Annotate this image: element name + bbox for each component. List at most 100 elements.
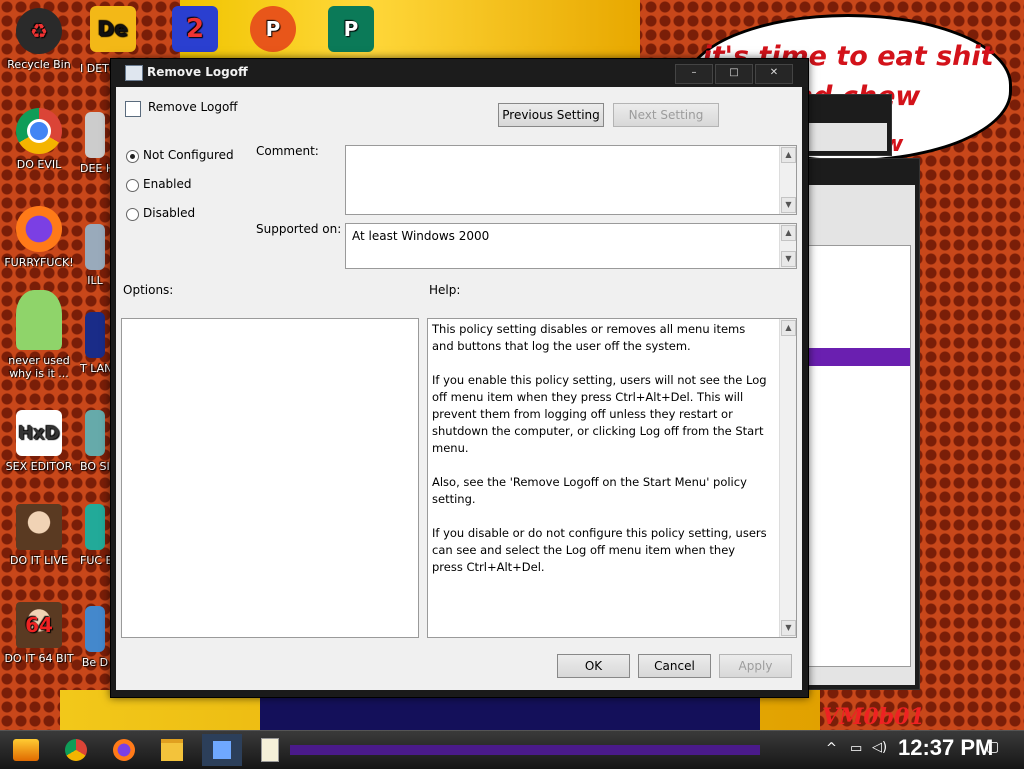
tray-expand-icon[interactable]: ^ <box>826 741 837 756</box>
background-window-2-body <box>805 185 915 685</box>
desktop-icon-label: I DETE <box>80 62 110 75</box>
group-policy-icon[interactable] <box>202 734 242 766</box>
desktop-icon-never-used[interactable]: never used why is it ... <box>0 290 78 380</box>
desktop-icon-label: SEX EDITOR <box>5 460 73 473</box>
scroll-up-icon[interactable]: ▲ <box>781 320 796 336</box>
apply-button[interactable]: Apply <box>719 654 792 678</box>
dialog-title: Remove Logoff <box>147 65 248 79</box>
number-2-icon: 2 <box>172 6 218 52</box>
app-icon <box>85 410 105 456</box>
app-icon <box>85 312 105 358</box>
radio-button[interactable] <box>126 179 139 192</box>
desktop-icon-do-evil[interactable]: DO EVIL <box>0 108 78 171</box>
desktop-icon-label: BO SIMU <box>80 460 110 473</box>
help-paragraph: This policy setting disables or removes … <box>432 322 746 353</box>
desktop-icon-partial-7[interactable]: Be D <box>80 606 110 669</box>
start-icon[interactable] <box>6 734 46 766</box>
recycle-bin-icon: ♻ <box>16 8 62 54</box>
desktop-icon-partial-2[interactable]: DEE HAH <box>80 112 110 186</box>
desktop-icon-2[interactable]: 2 <box>170 6 220 56</box>
taskbar-decoration-bar <box>290 745 760 755</box>
p-app-icon: P <box>250 6 296 52</box>
desktop-icon-label: FUC E <box>80 554 110 567</box>
background-window-2[interactable] <box>800 158 920 690</box>
close-button[interactable]: ✕ <box>755 64 793 84</box>
scroll-down-icon[interactable]: ▼ <box>781 251 796 267</box>
notepad-icon[interactable] <box>250 734 290 766</box>
file-explorer-icon[interactable] <box>152 734 192 766</box>
desktop-icon-label: DO IT 64 BIT <box>4 652 74 665</box>
desktop-icon-recycle-bin[interactable]: ♻ Recycle Bin <box>0 8 78 71</box>
scroll-up-icon[interactable]: ▲ <box>781 147 796 163</box>
comment-textbox[interactable]: ▲ ▼ <box>345 145 797 215</box>
dialog-titlebar[interactable]: Remove Logoff – □ ✕ <box>111 59 808 87</box>
supported-on-value: At least Windows 2000 <box>352 229 490 243</box>
hxd-icon: HxD <box>16 410 62 456</box>
options-label: Options: <box>123 283 174 297</box>
comment-label: Comment: <box>256 144 319 158</box>
network-icon[interactable]: ▭ <box>850 741 862 756</box>
desktop-icon-sex-editor[interactable]: HxD SEX EDITOR <box>0 410 78 473</box>
supported-on-textbox[interactable]: At least Windows 2000 ▲ ▼ <box>345 223 797 269</box>
ok-button[interactable]: OK <box>557 654 630 678</box>
dialog-client-area: Remove Logoff Previous Setting Next Sett… <box>116 87 802 690</box>
radio-button-checked[interactable] <box>126 150 139 163</box>
publisher-icon: P <box>328 6 374 52</box>
help-paragraph: If you disable or do not configure this … <box>432 526 767 574</box>
taskbar-clock[interactable]: 12:37 PM <box>898 735 993 761</box>
desktop-icon-publisher[interactable]: P <box>326 6 376 56</box>
supported-on-label: Supported on: <box>256 222 342 236</box>
cancel-button[interactable]: Cancel <box>638 654 711 678</box>
previous-setting-button[interactable]: Previous Setting <box>498 103 604 127</box>
notification-icon[interactable]: ▢ <box>986 739 999 755</box>
next-setting-button[interactable]: Next Setting <box>613 103 719 127</box>
options-pane[interactable] <box>121 318 419 638</box>
chrome-icon[interactable] <box>56 734 96 766</box>
radio-label: Not Configured <box>143 148 234 162</box>
desktop-icon-p[interactable]: P <box>248 6 298 56</box>
desktop-icon-partial-1[interactable]: I DETE <box>80 62 110 75</box>
desktop-icon-label: DO EVIL <box>16 158 62 171</box>
desktop-icon-do-it-live[interactable]: DO IT LIVE <box>0 504 78 567</box>
character-icon <box>16 290 62 350</box>
maximize-button[interactable]: □ <box>715 64 753 84</box>
firefox-icon[interactable] <box>104 734 144 766</box>
desktop-icon-label: Be D <box>81 656 109 669</box>
app-icon <box>85 224 105 270</box>
group-policy-setting-dialog[interactable]: Remove Logoff – □ ✕ Remove Logoff Previo… <box>110 58 809 698</box>
background-window-1-body <box>805 123 887 151</box>
desktop-icon-partial-3[interactable]: ILL <box>80 224 110 287</box>
help-paragraph: If you enable this policy setting, users… <box>432 373 767 455</box>
scroll-down-icon[interactable]: ▼ <box>781 620 796 636</box>
background-window-1[interactable] <box>800 94 892 156</box>
scroll-up-icon[interactable]: ▲ <box>781 225 796 241</box>
help-scrollbar[interactable]: ▲ ▼ <box>779 319 796 637</box>
background-list-selection <box>806 348 910 366</box>
portrait-64-icon: 64 <box>16 602 62 648</box>
app-icon <box>85 112 105 158</box>
radio-button[interactable] <box>126 208 139 221</box>
policy-setting-icon <box>125 101 141 117</box>
desktop-icon-do-it-64-bit[interactable]: 64 DO IT 64 BIT <box>0 602 78 665</box>
supported-on-scrollbar[interactable]: ▲ ▼ <box>779 224 796 268</box>
firefox-icon <box>16 206 62 252</box>
desktop-icon-partial-5[interactable]: BO SIMU <box>80 410 110 473</box>
help-text: This policy setting disables or removes … <box>432 321 768 593</box>
desktop-icon-de-top[interactable]: De <box>88 6 138 56</box>
desktop-icon-partial-6[interactable]: FUC E <box>80 504 110 567</box>
background-list <box>805 245 911 667</box>
desktop-icon-furryfuck[interactable]: FURRYFUCK! <box>0 206 78 269</box>
comment-scrollbar[interactable]: ▲ ▼ <box>779 146 796 214</box>
scroll-down-icon[interactable]: ▼ <box>781 197 796 213</box>
wallpaper-watermark: VM0b01 <box>822 704 925 730</box>
volume-icon[interactable]: ◁) <box>872 740 887 755</box>
help-pane[interactable]: This policy setting disables or removes … <box>427 318 797 638</box>
policy-name: Remove Logoff <box>148 100 238 114</box>
help-paragraph: Also, see the 'Remove Logoff on the Star… <box>432 475 747 506</box>
minimize-button[interactable]: – <box>675 64 713 84</box>
app-icon <box>85 504 105 550</box>
app-icon <box>85 606 105 652</box>
desktop-icon-partial-4[interactable]: T LANG <box>80 312 110 375</box>
wallpaper-dark-band <box>260 692 760 732</box>
desktop-icon-label: DEE HAH <box>80 162 110 175</box>
